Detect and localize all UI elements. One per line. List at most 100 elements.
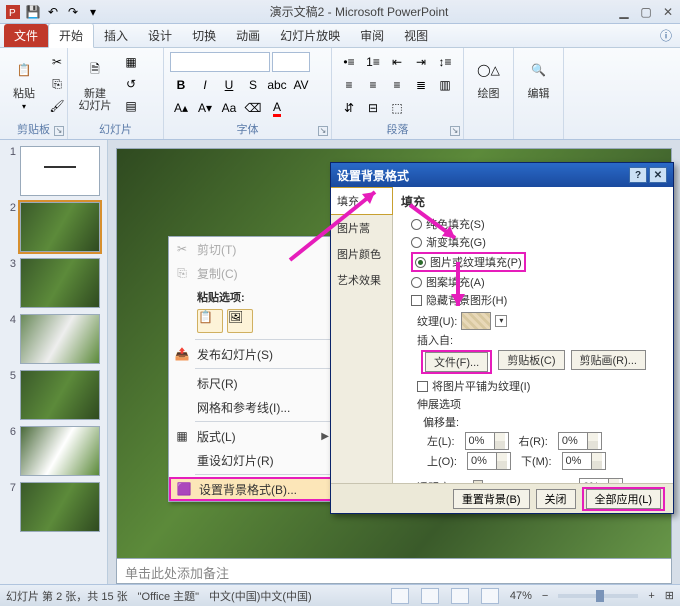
bold-button[interactable]: B <box>170 75 192 95</box>
status-lang[interactable]: 中文(中国)中文(中国) <box>209 588 312 604</box>
check-tile[interactable]: 将图片平铺为纹理(I) <box>417 378 665 394</box>
close-dialog-button[interactable]: 关闭 <box>536 489 576 509</box>
tab-insert[interactable]: 插入 <box>94 24 138 47</box>
paste-button[interactable]: 📋 粘贴 ▾ <box>6 52 42 113</box>
file-button[interactable]: 文件(F)... <box>425 352 488 372</box>
spacing-button[interactable]: AV <box>290 75 312 95</box>
editing-button[interactable]: 🔍编辑 <box>520 52 557 102</box>
radio-solid[interactable]: 纯色填充(S) <box>411 216 665 232</box>
zoom-pct[interactable]: 47% <box>510 590 532 602</box>
italic-button[interactable]: I <box>194 75 216 95</box>
dialog-launcher-icon[interactable]: ↘ <box>318 126 328 136</box>
tab-transitions[interactable]: 切换 <box>182 24 226 47</box>
align-left-button[interactable]: ≡ <box>338 75 360 95</box>
align-text-button[interactable]: ⊟ <box>362 98 384 118</box>
thumb-1[interactable]: 1 <box>4 146 103 196</box>
ribbon-help-icon[interactable]: ⓘ <box>652 24 680 47</box>
qat-dropdown-icon[interactable]: ▾ <box>84 3 102 21</box>
line-spacing-button[interactable]: ↕≡ <box>434 52 456 72</box>
transparency-value[interactable]: 0% <box>579 478 623 483</box>
offset-bottom[interactable]: 0% <box>562 452 606 470</box>
layout-icon[interactable]: ▦ <box>120 52 142 72</box>
dialog-launcher-icon[interactable]: ↘ <box>54 126 64 136</box>
justify-button[interactable]: ≣ <box>410 75 432 95</box>
underline-button[interactable]: U <box>218 75 240 95</box>
cm-layout[interactable]: ▦版式(L)▶ <box>169 424 335 448</box>
paste-option-2[interactable]: 🖼 <box>227 309 253 333</box>
tab-slideshow[interactable]: 幻灯片放映 <box>270 24 350 47</box>
smartart-button[interactable]: ⬚ <box>386 98 408 118</box>
zoom-in-button[interactable]: + <box>648 590 654 602</box>
undo-icon[interactable]: ↶ <box>44 3 62 21</box>
radio-pictex[interactable]: 图片或纹理填充(P) <box>411 252 665 272</box>
cm-grid[interactable]: 网格和参考线(I)... <box>169 395 335 419</box>
dialog-launcher-icon[interactable]: ↘ <box>450 126 460 136</box>
save-icon[interactable]: 💾 <box>24 3 42 21</box>
view-slideshow-button[interactable] <box>481 588 499 604</box>
clear-format-button[interactable]: ⌫ <box>242 98 264 118</box>
nav-artistic[interactable]: 艺术效果 <box>331 267 392 293</box>
new-slide-button[interactable]: 🗎 新建 幻灯片 <box>74 52 116 114</box>
offset-right[interactable]: 0% <box>558 432 602 450</box>
nav-piccolor[interactable]: 图片颜色 <box>331 241 392 267</box>
view-normal-button[interactable] <box>391 588 409 604</box>
offset-top[interactable]: 0% <box>467 452 511 470</box>
slide-thumbnail-rail[interactable]: 1 2 3 4 5 6 7 <box>0 140 108 584</box>
change-case-button[interactable]: Aa <box>218 98 240 118</box>
nav-picfix[interactable]: 图片蒿 <box>331 215 392 241</box>
thumb-7[interactable]: 7 <box>4 482 103 532</box>
reset-bg-button[interactable]: 重置背景(B) <box>453 489 530 509</box>
indent-inc-button[interactable]: ⇥ <box>410 52 432 72</box>
offset-left[interactable]: 0% <box>465 432 509 450</box>
indent-dec-button[interactable]: ⇤ <box>386 52 408 72</box>
font-family-select[interactable] <box>170 52 270 72</box>
section-icon[interactable]: ▤ <box>120 96 142 116</box>
radio-gradient[interactable]: 渐变填充(G) <box>411 234 665 250</box>
dialog-titlebar[interactable]: 设置背景格式 ?✕ <box>331 163 673 187</box>
dialog-close-button[interactable]: ✕ <box>649 167 667 183</box>
drawing-button[interactable]: ◯△绘图 <box>470 52 507 102</box>
tab-file[interactable]: 文件 <box>4 24 48 47</box>
cm-ruler[interactable]: 标尺(R) <box>169 371 335 395</box>
align-center-button[interactable]: ≡ <box>362 75 384 95</box>
cut-icon[interactable]: ✂ <box>46 52 68 72</box>
radio-pattern[interactable]: 图案填充(A) <box>411 274 665 290</box>
notes-pane[interactable]: 单击此处添加备注 <box>116 558 672 584</box>
text-direction-button[interactable]: ⇵ <box>338 98 360 118</box>
check-hidebg[interactable]: 隐藏背景图形(H) <box>411 292 665 308</box>
numbering-button[interactable]: 1≡ <box>362 52 384 72</box>
nav-fill[interactable]: 填充 <box>331 187 393 215</box>
powerpoint-icon[interactable]: P <box>4 3 22 21</box>
redo-icon[interactable]: ↷ <box>64 3 82 21</box>
clipboard-button[interactable]: 剪贴板(C) <box>498 350 564 370</box>
zoom-slider[interactable] <box>558 594 638 598</box>
reset-icon[interactable]: ↺ <box>120 74 142 94</box>
dialog-help-button[interactable]: ? <box>629 167 647 183</box>
thumb-5[interactable]: 5 <box>4 370 103 420</box>
shadow-button[interactable]: abc <box>266 75 288 95</box>
maximize-button[interactable]: ▢ <box>638 4 654 20</box>
tab-home[interactable]: 开始 <box>48 23 94 48</box>
cm-format-background[interactable]: 🟪设置背景格式(B)... <box>169 477 335 501</box>
thumb-3[interactable]: 3 <box>4 258 103 308</box>
cm-reset[interactable]: 重设幻灯片(R) <box>169 448 335 472</box>
thumb-2[interactable]: 2 <box>4 202 103 252</box>
grow-font-button[interactable]: A▴ <box>170 98 192 118</box>
font-color-button[interactable]: A <box>266 98 288 118</box>
close-button[interactable]: ✕ <box>660 4 676 20</box>
thumb-6[interactable]: 6 <box>4 426 103 476</box>
tab-review[interactable]: 审阅 <box>350 24 394 47</box>
zoom-out-button[interactable]: − <box>542 590 548 602</box>
font-size-select[interactable] <box>272 52 310 72</box>
bullets-button[interactable]: •≡ <box>338 52 360 72</box>
align-right-button[interactable]: ≡ <box>386 75 408 95</box>
tab-animations[interactable]: 动画 <box>226 24 270 47</box>
copy-icon[interactable]: ⎘ <box>46 74 68 94</box>
view-reading-button[interactable] <box>451 588 469 604</box>
strike-button[interactable]: S <box>242 75 264 95</box>
fit-button[interactable]: ⊞ <box>665 589 674 602</box>
thumb-4[interactable]: 4 <box>4 314 103 364</box>
columns-button[interactable]: ▥ <box>434 75 456 95</box>
texture-swatch[interactable] <box>461 312 491 330</box>
tab-view[interactable]: 视图 <box>394 24 438 47</box>
